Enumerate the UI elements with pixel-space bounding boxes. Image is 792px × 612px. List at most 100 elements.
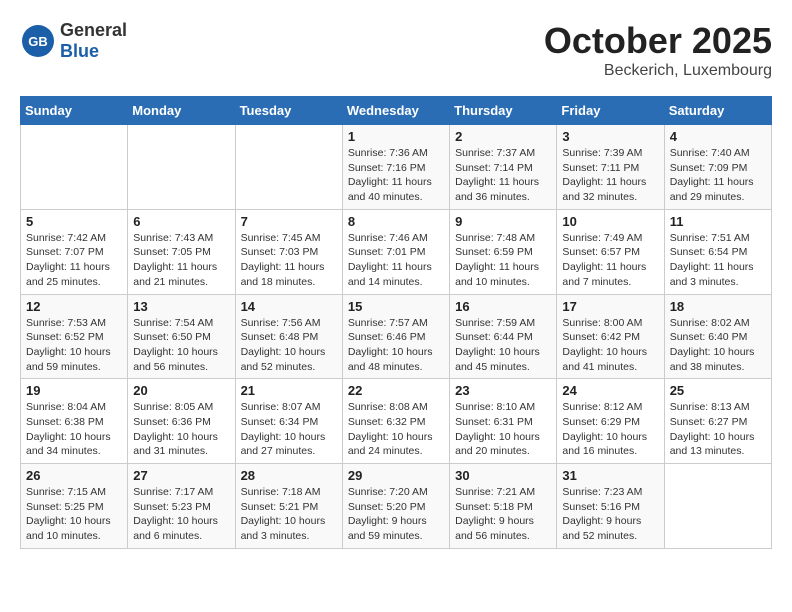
day-number: 3 xyxy=(562,129,658,144)
day-info: Sunrise: 7:36 AM Sunset: 7:16 PM Dayligh… xyxy=(348,146,444,205)
day-number: 7 xyxy=(241,214,337,229)
day-number: 8 xyxy=(348,214,444,229)
day-number: 16 xyxy=(455,299,551,314)
day-info: Sunrise: 7:53 AM Sunset: 6:52 PM Dayligh… xyxy=(26,316,122,375)
calendar-cell: 25 Sunrise: 8:13 AM Sunset: 6:27 PM Dayli… xyxy=(664,379,771,464)
day-info: Sunrise: 8:00 AM Sunset: 6:42 PM Dayligh… xyxy=(562,316,658,375)
calendar-cell: 9 Sunrise: 7:48 AM Sunset: 6:59 PM Daylig… xyxy=(450,209,557,294)
day-info: Sunrise: 8:12 AM Sunset: 6:29 PM Dayligh… xyxy=(562,400,658,459)
day-number: 9 xyxy=(455,214,551,229)
calendar-cell: 5 Sunrise: 7:42 AM Sunset: 7:07 PM Daylig… xyxy=(21,209,128,294)
day-info: Sunrise: 7:17 AM Sunset: 5:23 PM Dayligh… xyxy=(133,485,229,544)
weekday-header-saturday: Saturday xyxy=(664,97,771,125)
day-number: 30 xyxy=(455,468,551,483)
calendar-cell: 6 Sunrise: 7:43 AM Sunset: 7:05 PM Daylig… xyxy=(128,209,235,294)
calendar-cell: 16 Sunrise: 7:59 AM Sunset: 6:44 PM Dayli… xyxy=(450,294,557,379)
day-number: 14 xyxy=(241,299,337,314)
day-info: Sunrise: 7:57 AM Sunset: 6:46 PM Dayligh… xyxy=(348,316,444,375)
day-info: Sunrise: 7:23 AM Sunset: 5:16 PM Dayligh… xyxy=(562,485,658,544)
day-number: 2 xyxy=(455,129,551,144)
day-info: Sunrise: 7:39 AM Sunset: 7:11 PM Dayligh… xyxy=(562,146,658,205)
calendar-cell: 15 Sunrise: 7:57 AM Sunset: 6:46 PM Dayli… xyxy=(342,294,449,379)
logo-blue-text: Blue xyxy=(60,41,127,62)
weekday-header-friday: Friday xyxy=(557,97,664,125)
day-number: 24 xyxy=(562,383,658,398)
day-info: Sunrise: 8:05 AM Sunset: 6:36 PM Dayligh… xyxy=(133,400,229,459)
location: Beckerich, Luxembourg xyxy=(544,62,772,80)
calendar-table: SundayMondayTuesdayWednesdayThursdayFrid… xyxy=(20,96,772,549)
day-number: 4 xyxy=(670,129,766,144)
day-number: 18 xyxy=(670,299,766,314)
calendar-cell: 20 Sunrise: 8:05 AM Sunset: 6:36 PM Dayli… xyxy=(128,379,235,464)
day-info: Sunrise: 7:18 AM Sunset: 5:21 PM Dayligh… xyxy=(241,485,337,544)
day-number: 12 xyxy=(26,299,122,314)
calendar-cell xyxy=(235,125,342,210)
calendar-cell: 26 Sunrise: 7:15 AM Sunset: 5:25 PM Dayli… xyxy=(21,464,128,549)
day-number: 25 xyxy=(670,383,766,398)
calendar-cell xyxy=(21,125,128,210)
weekday-header-monday: Monday xyxy=(128,97,235,125)
day-number: 23 xyxy=(455,383,551,398)
day-number: 15 xyxy=(348,299,444,314)
day-number: 31 xyxy=(562,468,658,483)
calendar-cell: 14Sunrise: 7:56 AM Sunset: 6:48 PM Dayli… xyxy=(235,294,342,379)
weekday-header-tuesday: Tuesday xyxy=(235,97,342,125)
calendar-cell: 23 Sunrise: 8:10 AM Sunset: 6:31 PM Dayli… xyxy=(450,379,557,464)
day-info: Sunrise: 8:13 AM Sunset: 6:27 PM Dayligh… xyxy=(670,400,766,459)
day-info: Sunrise: 7:15 AM Sunset: 5:25 PM Dayligh… xyxy=(26,485,122,544)
day-number: 29 xyxy=(348,468,444,483)
calendar-cell: 17 Sunrise: 8:00 AM Sunset: 6:42 PM Dayli… xyxy=(557,294,664,379)
calendar-cell: 22 Sunrise: 8:08 AM Sunset: 6:32 PM Dayli… xyxy=(342,379,449,464)
calendar-cell: 2 Sunrise: 7:37 AM Sunset: 7:14 PM Daylig… xyxy=(450,125,557,210)
day-info: Sunrise: 7:40 AM Sunset: 7:09 PM Dayligh… xyxy=(670,146,766,205)
day-number: 27 xyxy=(133,468,229,483)
day-info: Sunrise: 7:21 AM Sunset: 5:18 PM Dayligh… xyxy=(455,485,551,544)
calendar-header: SundayMondayTuesdayWednesdayThursdayFrid… xyxy=(21,97,772,125)
calendar-cell: 13Sunrise: 7:54 AM Sunset: 6:50 PM Dayli… xyxy=(128,294,235,379)
calendar-cell xyxy=(664,464,771,549)
weekday-header-wednesday: Wednesday xyxy=(342,97,449,125)
day-number: 20 xyxy=(133,383,229,398)
page-header: GB General Blue October 2025 Beckerich, … xyxy=(20,20,772,80)
day-number: 13 xyxy=(133,299,229,314)
day-info: Sunrise: 7:37 AM Sunset: 7:14 PM Dayligh… xyxy=(455,146,551,205)
day-number: 26 xyxy=(26,468,122,483)
day-info: Sunrise: 7:20 AM Sunset: 5:20 PM Dayligh… xyxy=(348,485,444,544)
calendar-cell xyxy=(128,125,235,210)
day-info: Sunrise: 8:10 AM Sunset: 6:31 PM Dayligh… xyxy=(455,400,551,459)
calendar-cell: 8 Sunrise: 7:46 AM Sunset: 7:01 PM Daylig… xyxy=(342,209,449,294)
svg-text:GB: GB xyxy=(28,34,48,49)
calendar-cell: 31 Sunrise: 7:23 AM Sunset: 5:16 PM Dayli… xyxy=(557,464,664,549)
day-info: Sunrise: 7:42 AM Sunset: 7:07 PM Dayligh… xyxy=(26,231,122,290)
calendar-cell: 10Sunrise: 7:49 AM Sunset: 6:57 PM Dayli… xyxy=(557,209,664,294)
calendar-cell: 24 Sunrise: 8:12 AM Sunset: 6:29 PM Dayli… xyxy=(557,379,664,464)
weekday-header-thursday: Thursday xyxy=(450,97,557,125)
weekday-header-sunday: Sunday xyxy=(21,97,128,125)
title-block: October 2025 Beckerich, Luxembourg xyxy=(544,20,772,80)
day-info: Sunrise: 7:45 AM Sunset: 7:03 PM Dayligh… xyxy=(241,231,337,290)
day-number: 17 xyxy=(562,299,658,314)
day-info: Sunrise: 7:48 AM Sunset: 6:59 PM Dayligh… xyxy=(455,231,551,290)
day-info: Sunrise: 7:46 AM Sunset: 7:01 PM Dayligh… xyxy=(348,231,444,290)
day-number: 22 xyxy=(348,383,444,398)
day-info: Sunrise: 8:08 AM Sunset: 6:32 PM Dayligh… xyxy=(348,400,444,459)
month-title: October 2025 xyxy=(544,20,772,62)
day-number: 5 xyxy=(26,214,122,229)
calendar-cell: 3 Sunrise: 7:39 AM Sunset: 7:11 PM Daylig… xyxy=(557,125,664,210)
calendar-cell: 11Sunrise: 7:51 AM Sunset: 6:54 PM Dayli… xyxy=(664,209,771,294)
day-number: 11 xyxy=(670,214,766,229)
calendar-cell: 18 Sunrise: 8:02 AM Sunset: 6:40 PM Dayli… xyxy=(664,294,771,379)
day-info: Sunrise: 7:59 AM Sunset: 6:44 PM Dayligh… xyxy=(455,316,551,375)
calendar-cell: 12 Sunrise: 7:53 AM Sunset: 6:52 PM Dayli… xyxy=(21,294,128,379)
calendar-cell: 19Sunrise: 8:04 AM Sunset: 6:38 PM Dayli… xyxy=(21,379,128,464)
day-info: Sunrise: 8:02 AM Sunset: 6:40 PM Dayligh… xyxy=(670,316,766,375)
day-info: Sunrise: 7:49 AM Sunset: 6:57 PM Dayligh… xyxy=(562,231,658,290)
calendar-cell: 29 Sunrise: 7:20 AM Sunset: 5:20 PM Dayli… xyxy=(342,464,449,549)
calendar-cell: 1 Sunrise: 7:36 AM Sunset: 7:16 PM Daylig… xyxy=(342,125,449,210)
day-number: 21 xyxy=(241,383,337,398)
day-info: Sunrise: 7:43 AM Sunset: 7:05 PM Dayligh… xyxy=(133,231,229,290)
calendar-cell: 21Sunrise: 8:07 AM Sunset: 6:34 PM Dayli… xyxy=(235,379,342,464)
day-number: 1 xyxy=(348,129,444,144)
day-number: 28 xyxy=(241,468,337,483)
day-number: 6 xyxy=(133,214,229,229)
